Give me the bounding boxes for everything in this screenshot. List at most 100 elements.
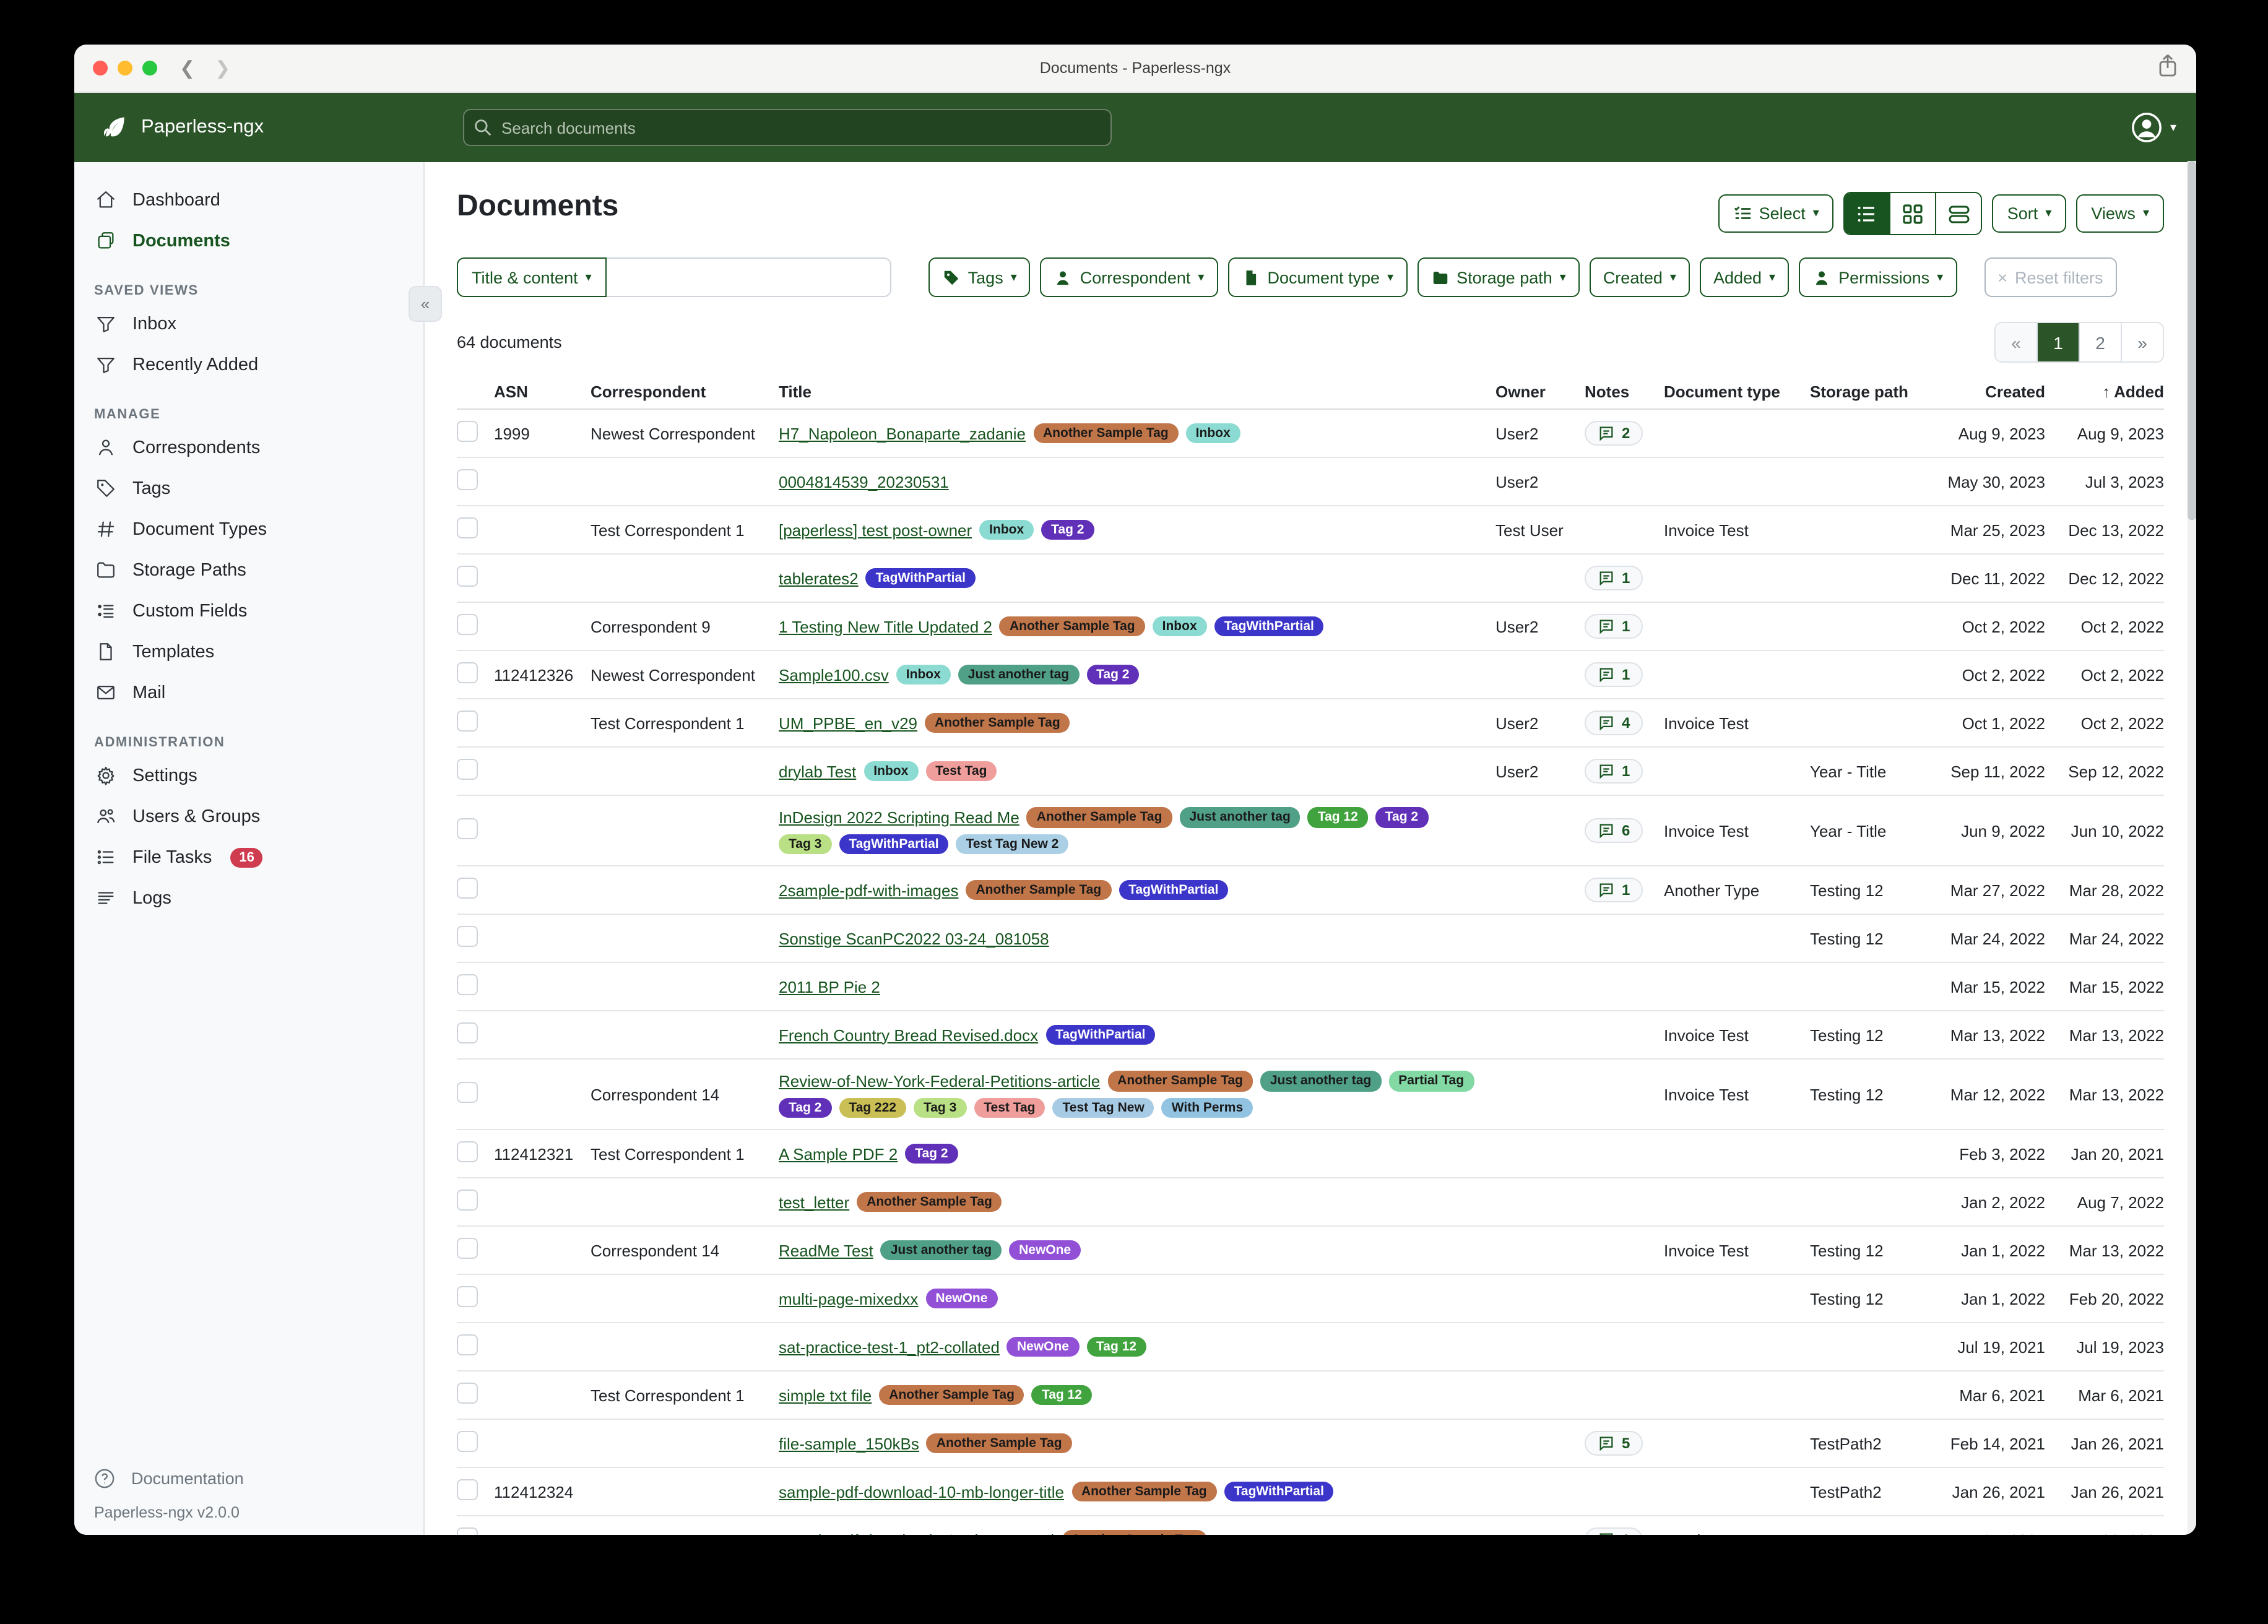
sort-button[interactable]: Sort ▾ xyxy=(1993,194,2067,233)
row-checkbox[interactable] xyxy=(457,1141,478,1162)
tag-badge[interactable]: Tag 12 xyxy=(1086,1337,1146,1357)
table-row[interactable]: multi-page-mixedxxNewOne Testing 12 Jan … xyxy=(457,1275,2164,1323)
row-checkbox[interactable] xyxy=(457,1286,478,1307)
table-row[interactable]: 112412321 Test Correspondent 1 A Sample … xyxy=(457,1130,2164,1178)
cell-storage[interactable]: Testing 12 xyxy=(1810,1026,1931,1044)
row-checkbox[interactable] xyxy=(457,1383,478,1404)
document-link[interactable]: InDesign 2022 Scripting Read Me xyxy=(779,808,1019,827)
title-content-dropdown[interactable]: Title & content ▾ xyxy=(457,257,607,297)
sidebar-item-recently-added[interactable]: Recently Added xyxy=(74,344,423,385)
browser-back-icon[interactable]: ❮ xyxy=(180,57,195,79)
reset-filters-button[interactable]: × Reset filters xyxy=(1984,257,2116,297)
table-row[interactable]: Test Correspondent 1 simple txt fileAnot… xyxy=(457,1371,2164,1420)
tag-badge[interactable]: Another Sample Tag xyxy=(857,1192,1002,1212)
document-link[interactable]: sample-pdf-download-10-mb-longer-title xyxy=(779,1482,1064,1501)
tag-badge[interactable]: Tag 222 xyxy=(839,1097,906,1118)
table-row[interactable]: 1999 Newest Correspondent H7_Napoleon_Bo… xyxy=(457,410,2164,458)
tag-badge[interactable]: Tag 12 xyxy=(1308,807,1368,827)
tag-badge[interactable]: Inbox xyxy=(1153,616,1207,637)
tag-badge[interactable]: TagWithPartial xyxy=(1224,1482,1334,1502)
tag-badge[interactable]: Tag 3 xyxy=(779,834,831,854)
row-checkbox[interactable] xyxy=(457,974,478,995)
sidebar-item-correspondents[interactable]: Correspondents xyxy=(74,427,423,468)
cell-storage[interactable]: Year - Title xyxy=(1810,821,1931,840)
row-checkbox[interactable] xyxy=(457,818,478,839)
row-checkbox[interactable] xyxy=(457,759,478,780)
notes-badge[interactable]: 1 xyxy=(1585,1527,1642,1535)
table-row[interactable]: Correspondent 14 ReadMe TestJust another… xyxy=(457,1227,2164,1275)
scrollbar-thumb[interactable] xyxy=(2188,161,2196,520)
table-row[interactable]: 112412326 Newest Correspondent Sample100… xyxy=(457,651,2164,699)
cell-correspondent[interactable]: Test Correspondent 1 xyxy=(591,714,779,732)
permissions-filter-button[interactable]: Permissions ▾ xyxy=(1799,257,1957,297)
cell-storage[interactable]: TestPath2 xyxy=(1810,1434,1931,1453)
header-added[interactable]: ↑Added xyxy=(2045,382,2164,401)
cell-storage[interactable]: Testing 12 xyxy=(1810,1085,1931,1104)
tag-badge[interactable]: Tag 2 xyxy=(1375,807,1428,827)
row-checkbox[interactable] xyxy=(457,517,478,538)
document-link[interactable]: 2011 BP Pie 2 xyxy=(779,977,880,996)
cell-storage[interactable]: Testing 12 xyxy=(1810,881,1931,899)
cell-doctype[interactable]: Invoice Test xyxy=(1664,1241,1810,1259)
row-checkbox[interactable] xyxy=(457,926,478,947)
notes-badge[interactable]: 1 xyxy=(1585,662,1642,687)
cell-storage[interactable]: Testing 12 xyxy=(1810,929,1931,948)
sidebar-item-file-tasks[interactable]: File Tasks16 xyxy=(74,837,423,878)
header-title[interactable]: Title xyxy=(779,382,1495,401)
share-icon[interactable] xyxy=(2157,53,2179,78)
user-menu[interactable]: ▾ xyxy=(2131,111,2176,144)
tag-badge[interactable]: Test Tag New 2 xyxy=(956,834,1069,854)
close-window-button[interactable] xyxy=(93,61,108,76)
notes-badge[interactable]: 6 xyxy=(1585,818,1642,843)
sidebar-item-logs[interactable]: Logs xyxy=(74,878,423,918)
tag-badge[interactable]: Test Tag xyxy=(974,1097,1045,1118)
tag-badge[interactable]: Another Sample Tag xyxy=(1027,807,1172,827)
sidebar-item-storage-paths[interactable]: Storage Paths xyxy=(74,550,423,590)
cell-correspondent[interactable]: Correspondent 14 xyxy=(591,1241,779,1259)
row-checkbox[interactable] xyxy=(457,469,478,490)
search-input[interactable] xyxy=(499,117,1101,138)
row-checkbox[interactable] xyxy=(457,1082,478,1103)
sidebar-item-documentation[interactable]: Documentation xyxy=(74,1461,423,1497)
notes-badge[interactable]: 1 xyxy=(1585,759,1642,784)
tag-badge[interactable]: NewOne xyxy=(1009,1240,1081,1261)
cell-storage[interactable]: Testing 12 xyxy=(1810,1241,1931,1259)
tag-badge[interactable]: Just another tag xyxy=(1260,1071,1381,1091)
document-link[interactable]: A Sample PDF 2 xyxy=(779,1144,898,1163)
table-row[interactable]: 2011 BP Pie 2 Mar 15, 2022 Mar 15, 2022 xyxy=(457,963,2164,1011)
sidebar-collapse-button[interactable]: « xyxy=(409,286,442,322)
table-row[interactable]: French Country Bread Revised.docxTagWith… xyxy=(457,1011,2164,1060)
tag-badge[interactable]: Partial Tag xyxy=(1388,1071,1474,1091)
cell-doctype[interactable]: Another Type xyxy=(1664,881,1810,899)
cell-correspondent[interactable]: Newest Correspondent xyxy=(591,424,779,443)
tag-badge[interactable]: Test Tag New xyxy=(1053,1097,1154,1118)
header-asn[interactable]: ASN xyxy=(494,382,591,401)
tag-badge[interactable]: Just another tag xyxy=(958,665,1079,685)
table-row[interactable]: Sonstige ScanPC2022 03-24_081058 Testing… xyxy=(457,915,2164,963)
table-row[interactable]: Test Correspondent 1 [paperless] test po… xyxy=(457,506,2164,555)
table-row[interactable]: 0004814539_20230531 User2 May 30, 2023 J… xyxy=(457,458,2164,506)
notes-badge[interactable]: 2 xyxy=(1585,421,1642,446)
table-row[interactable]: tablerates2TagWithPartial 1 Dec 11, 2022… xyxy=(457,555,2164,603)
browser-forward-icon[interactable]: ❯ xyxy=(215,57,230,79)
minimize-window-button[interactable] xyxy=(118,61,132,76)
row-checkbox[interactable] xyxy=(457,1238,478,1259)
cell-correspondent[interactable]: Test Correspondent 1 xyxy=(591,1144,779,1163)
sidebar-item-custom-fields[interactable]: Custom Fields xyxy=(74,590,423,631)
row-checkbox[interactable] xyxy=(457,566,478,587)
tag-badge[interactable]: Another Sample Tag xyxy=(1000,616,1145,637)
document-link[interactable]: file-sample_150kBs xyxy=(779,1434,919,1453)
table-row[interactable]: test_letterAnother Sample Tag Jan 2, 202… xyxy=(457,1178,2164,1227)
cell-correspondent[interactable]: Correspondent 9 xyxy=(591,617,779,636)
view-detail-button[interactable] xyxy=(1936,193,1981,234)
tag-badge[interactable]: Inbox xyxy=(863,761,918,782)
app-brand[interactable]: Paperless-ngx xyxy=(102,114,386,141)
cell-storage[interactable]: Testing 12 xyxy=(1810,1289,1931,1308)
document-link[interactable]: sample-pdf-download-10-mb copy_red xyxy=(779,1531,1054,1535)
sidebar-item-dashboard[interactable]: Dashboard xyxy=(74,179,423,220)
tag-badge[interactable]: Just another tag xyxy=(1179,807,1300,827)
cell-correspondent[interactable]: Correspondent 14 xyxy=(591,1085,779,1104)
row-checkbox[interactable] xyxy=(457,614,478,635)
tag-badge[interactable]: Another Sample Tag xyxy=(1033,423,1179,444)
cell-storage[interactable]: Year - Title xyxy=(1810,762,1931,780)
